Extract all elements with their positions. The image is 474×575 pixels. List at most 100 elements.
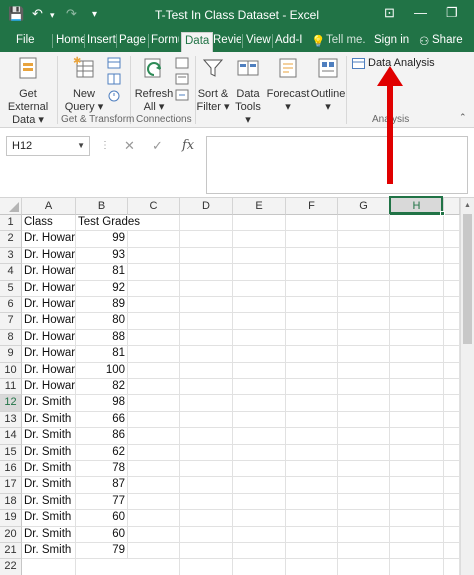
cell-test-grade[interactable]: 87	[76, 477, 128, 494]
cell-empty[interactable]	[338, 543, 390, 560]
cell-empty[interactable]	[390, 379, 444, 396]
cell-empty[interactable]	[444, 559, 460, 575]
cell-test-grade[interactable]: 81	[76, 346, 128, 363]
cell-test-grade[interactable]: 60	[76, 510, 128, 527]
cell-empty[interactable]	[286, 395, 338, 412]
cell-empty[interactable]	[128, 526, 180, 543]
tab-add-ins[interactable]: Add-I	[275, 34, 303, 46]
cell-class[interactable]: Dr. Smith	[22, 428, 76, 445]
column-header-d[interactable]: D	[180, 198, 233, 215]
cell-class[interactable]: Dr. Howar	[22, 297, 76, 314]
cell-class[interactable]: Dr. Howar	[22, 264, 76, 281]
tab-review[interactable]: Revie	[213, 34, 241, 46]
cell-empty[interactable]	[128, 247, 180, 265]
cell-empty[interactable]	[180, 313, 233, 330]
cell-empty[interactable]	[233, 559, 286, 575]
row-header[interactable]: 5	[0, 280, 22, 297]
row-header[interactable]: 3	[0, 247, 22, 265]
data-tools-button[interactable]: Data Tools ▾	[231, 55, 265, 127]
cell-empty[interactable]	[286, 313, 338, 330]
cell-empty[interactable]	[444, 313, 460, 330]
cell-empty[interactable]	[128, 313, 180, 330]
cell-class[interactable]: Dr. Smith	[22, 526, 76, 543]
cell-empty[interactable]	[390, 526, 444, 543]
cell-empty[interactable]	[390, 231, 444, 248]
cell-empty[interactable]	[286, 264, 338, 281]
cell-test-grade[interactable]: 92	[76, 280, 128, 297]
sort-filter-button[interactable]: Sort & Filter ▾	[196, 55, 230, 114]
cell-test-grade[interactable]	[76, 559, 128, 575]
forecast-button[interactable]: Forecast ▾	[266, 55, 310, 114]
cell-empty[interactable]	[180, 329, 233, 347]
cell-empty[interactable]	[286, 362, 338, 379]
collapse-ribbon-icon[interactable]: ⌃	[459, 112, 467, 123]
row-header[interactable]: 14	[0, 428, 22, 445]
cell-empty[interactable]	[180, 411, 233, 429]
cell-empty[interactable]	[444, 346, 460, 363]
cell-class[interactable]	[22, 559, 76, 575]
cell-empty[interactable]	[128, 329, 180, 347]
cell-class[interactable]: Dr. Howar	[22, 346, 76, 363]
tab-formulas[interactable]: Formu	[151, 34, 179, 46]
cell-empty[interactable]	[286, 215, 338, 232]
cell-empty[interactable]	[338, 559, 390, 575]
cell-test-grade[interactable]: 80	[76, 313, 128, 330]
cell-empty[interactable]	[390, 280, 444, 297]
cell-empty[interactable]	[180, 346, 233, 363]
cell-empty[interactable]	[286, 346, 338, 363]
cell-empty[interactable]	[338, 313, 390, 330]
cell-empty[interactable]	[180, 231, 233, 248]
cell-empty[interactable]	[286, 543, 338, 560]
cell-empty[interactable]	[180, 526, 233, 543]
sign-in-link[interactable]: Sign in	[374, 34, 409, 46]
cell-empty[interactable]	[233, 411, 286, 429]
vertical-scrollbar[interactable]: ▲	[460, 198, 474, 575]
cell-empty[interactable]	[128, 297, 180, 314]
row-header[interactable]: 16	[0, 461, 22, 478]
cell-empty[interactable]	[390, 428, 444, 445]
cell-empty[interactable]	[338, 329, 390, 347]
cell-empty[interactable]	[444, 297, 460, 314]
tab-page-layout[interactable]: Page L	[119, 34, 148, 46]
row-header[interactable]: 1	[0, 215, 22, 232]
cell-empty[interactable]	[233, 247, 286, 265]
cell-empty[interactable]	[338, 428, 390, 445]
cell-empty[interactable]	[390, 297, 444, 314]
cell-class[interactable]: Class	[22, 215, 76, 232]
cell-empty[interactable]	[233, 215, 286, 232]
cell-empty[interactable]	[338, 379, 390, 396]
cell-empty[interactable]	[390, 461, 444, 478]
tab-view[interactable]: View	[246, 34, 271, 46]
row-header[interactable]: 12	[0, 395, 22, 412]
cell-empty[interactable]	[338, 346, 390, 363]
cell-empty[interactable]	[128, 379, 180, 396]
cell-empty[interactable]	[233, 444, 286, 461]
cell-empty[interactable]	[128, 362, 180, 379]
cell-empty[interactable]	[233, 510, 286, 527]
cell-empty[interactable]	[286, 526, 338, 543]
cell-empty[interactable]	[338, 493, 390, 511]
cell-empty[interactable]	[233, 313, 286, 330]
cell-empty[interactable]	[180, 379, 233, 396]
cell-empty[interactable]	[286, 461, 338, 478]
cell-empty[interactable]	[444, 477, 460, 494]
insert-function-icon[interactable]: fx	[182, 138, 194, 153]
active-cell-h12[interactable]	[389, 196, 445, 216]
cell-empty[interactable]	[233, 526, 286, 543]
tab-home[interactable]: Home	[56, 34, 84, 46]
cell-empty[interactable]	[444, 444, 460, 461]
cell-empty[interactable]	[338, 362, 390, 379]
enter-icon[interactable]: ✓	[152, 138, 163, 154]
cell-empty[interactable]	[128, 444, 180, 461]
cell-empty[interactable]	[444, 379, 460, 396]
row-header[interactable]: 21	[0, 543, 22, 560]
cell-empty[interactable]	[390, 247, 444, 265]
cell-empty[interactable]	[338, 411, 390, 429]
cell-test-grade[interactable]: 100	[76, 362, 128, 379]
row-header[interactable]: 9	[0, 346, 22, 363]
cell-empty[interactable]	[444, 280, 460, 297]
cell-empty[interactable]	[128, 428, 180, 445]
column-header-e[interactable]: E	[233, 198, 286, 215]
cell-empty[interactable]	[180, 477, 233, 494]
cell-empty[interactable]	[444, 411, 460, 429]
